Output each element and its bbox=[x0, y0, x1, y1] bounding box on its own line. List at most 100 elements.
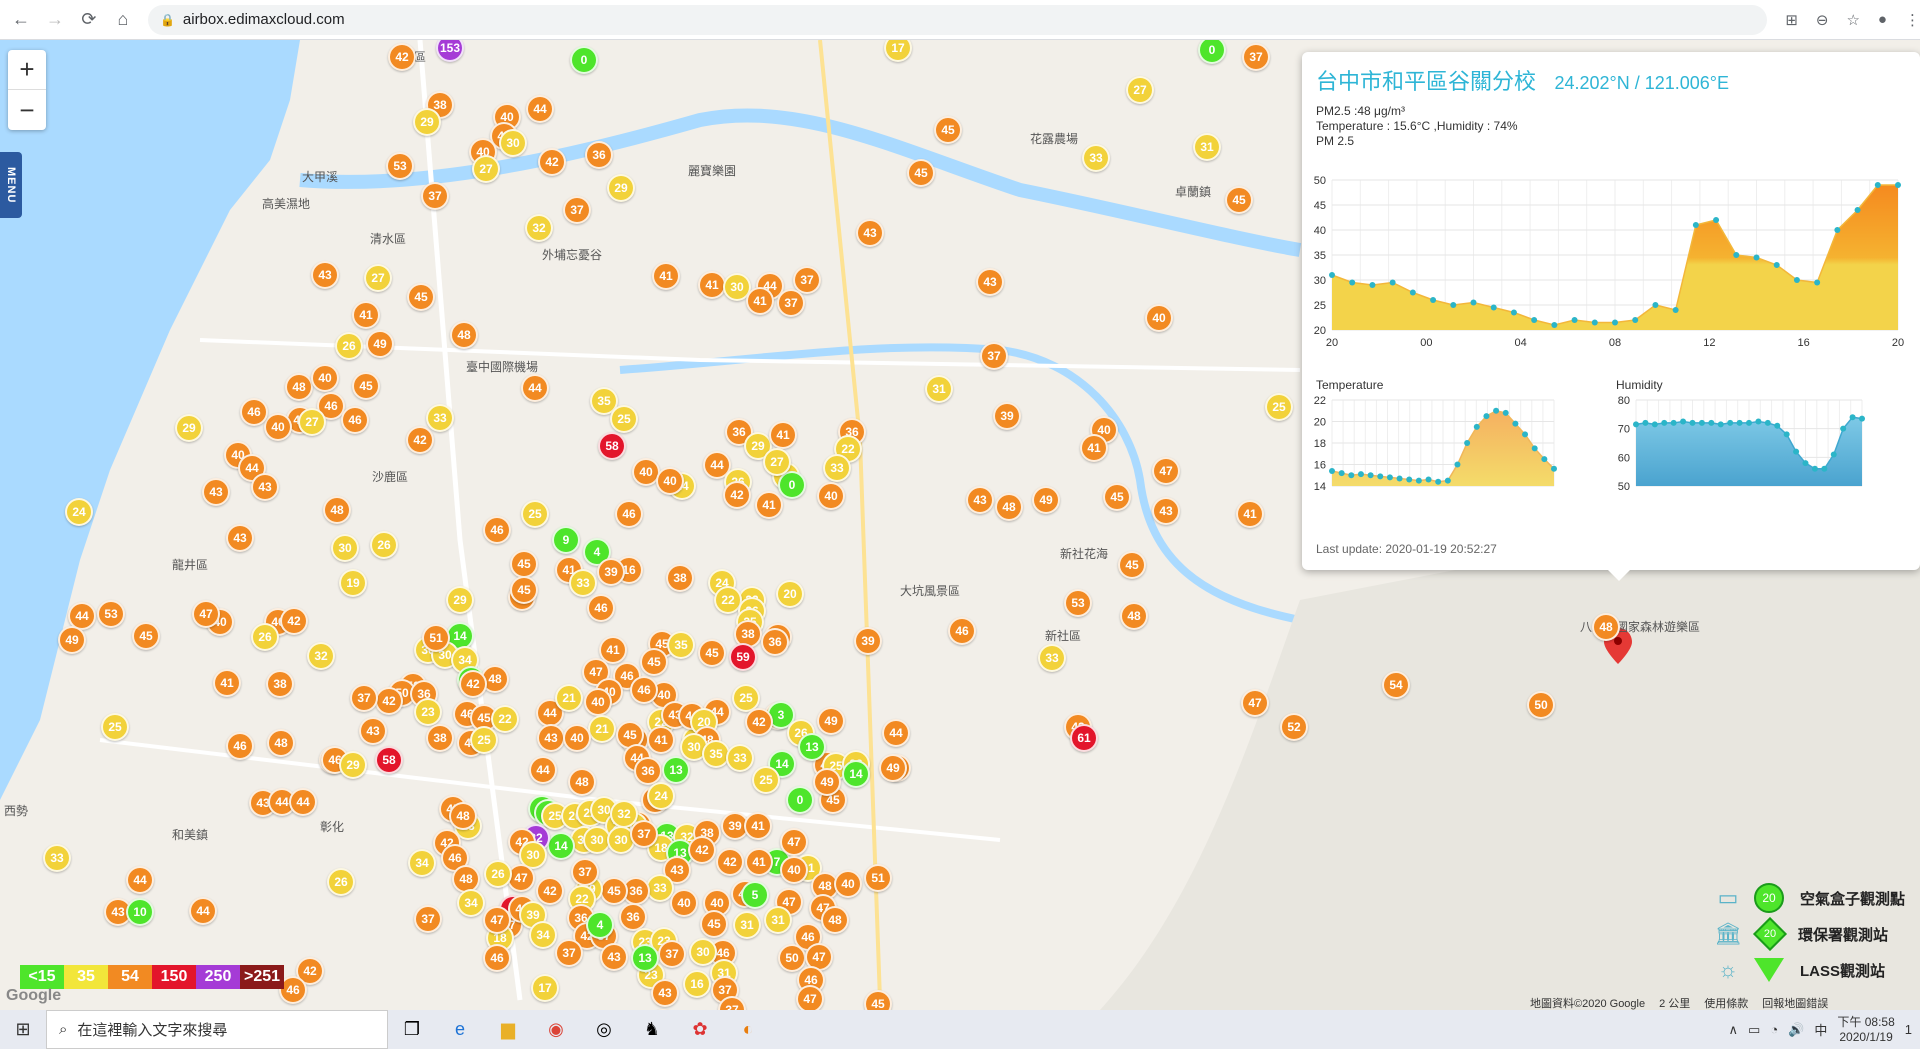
sensor-marker[interactable]: 42 bbox=[723, 481, 751, 509]
sensor-marker[interactable]: 42 bbox=[716, 848, 744, 876]
back-icon[interactable]: ← bbox=[8, 7, 34, 33]
sensor-marker[interactable]: 41 bbox=[745, 848, 773, 876]
sensor-marker[interactable]: 46 bbox=[615, 500, 643, 528]
sensor-marker[interactable]: 44 bbox=[529, 756, 557, 784]
sensor-marker[interactable]: 33 bbox=[426, 404, 454, 432]
sensor-marker[interactable]: 32 bbox=[525, 214, 553, 242]
sensor-marker[interactable]: 17 bbox=[531, 974, 559, 1002]
sensor-marker[interactable]: 49 bbox=[1032, 486, 1060, 514]
sensor-marker[interactable]: 31 bbox=[925, 375, 953, 403]
sensor-marker[interactable]: 37 bbox=[555, 939, 583, 967]
sensor-marker[interactable]: 33 bbox=[43, 844, 71, 872]
sensor-marker[interactable]: 48 bbox=[323, 496, 351, 524]
sensor-marker[interactable]: 38 bbox=[266, 670, 294, 698]
sensor-marker[interactable]: 24 bbox=[65, 498, 93, 526]
sensor-marker[interactable]: 49 bbox=[817, 707, 845, 735]
sensor-marker[interactable]: 49 bbox=[366, 330, 394, 358]
sensor-marker[interactable]: 27 bbox=[472, 155, 500, 183]
sensor-marker[interactable]: 13 bbox=[631, 944, 659, 972]
report-error-link[interactable]: 回報地圖錯誤 bbox=[1762, 995, 1828, 1011]
sensor-marker[interactable]: 43 bbox=[226, 524, 254, 552]
sensor-marker[interactable]: 42 bbox=[538, 148, 566, 176]
sensor-marker[interactable]: 36 bbox=[761, 628, 789, 656]
edge-icon[interactable]: e bbox=[436, 1010, 484, 1049]
sensor-marker[interactable]: 44 bbox=[521, 374, 549, 402]
sensor-marker[interactable]: 39 bbox=[597, 558, 625, 586]
sensor-marker[interactable]: 48 bbox=[821, 906, 849, 934]
sensor-marker[interactable]: 43 bbox=[537, 724, 565, 752]
clock[interactable]: 下午 08:58 2020/1/19 bbox=[1837, 1015, 1894, 1045]
sensor-marker[interactable]: 45 bbox=[864, 990, 892, 1010]
sensor-marker[interactable]: 50 bbox=[1527, 691, 1555, 719]
sensor-marker[interactable]: 34 bbox=[457, 889, 485, 917]
sensor-marker[interactable]: 45 bbox=[132, 622, 160, 650]
sensor-marker[interactable]: 41 bbox=[1080, 434, 1108, 462]
sensor-marker[interactable]: 26 bbox=[335, 332, 363, 360]
address-bar[interactable]: 🔒 airbox.edimaxcloud.com bbox=[147, 4, 1768, 35]
sensor-marker[interactable]: 41 bbox=[698, 271, 726, 299]
sensor-marker[interactable]: 49 bbox=[879, 754, 907, 782]
sensor-marker[interactable]: 43 bbox=[359, 717, 387, 745]
sensor-marker[interactable]: 31 bbox=[1193, 133, 1221, 161]
sensor-marker[interactable]: 43 bbox=[1152, 497, 1180, 525]
sensor-marker[interactable]: 61 bbox=[1070, 724, 1098, 752]
sensor-marker[interactable]: 45 bbox=[907, 159, 935, 187]
sensor-marker[interactable]: 26 bbox=[484, 860, 512, 888]
sensor-marker[interactable]: 42 bbox=[459, 670, 487, 698]
reload-icon[interactable]: ⟳ bbox=[76, 7, 102, 33]
sensor-marker[interactable]: 47 bbox=[483, 906, 511, 934]
sensor-marker[interactable]: 48 bbox=[1120, 602, 1148, 630]
sensor-marker[interactable]: 43 bbox=[976, 268, 1004, 296]
sensor-marker[interactable]: 26 bbox=[370, 531, 398, 559]
sensor-marker[interactable]: 16 bbox=[683, 970, 711, 998]
sensor-marker[interactable]: 39 bbox=[993, 402, 1021, 430]
sensor-marker[interactable]: 27 bbox=[763, 448, 791, 476]
sensor-marker[interactable]: 45 bbox=[407, 283, 435, 311]
sensor-marker[interactable]: 21 bbox=[555, 684, 583, 712]
app-icon-3[interactable]: ✿ bbox=[676, 1010, 724, 1049]
sensor-marker[interactable]: 58 bbox=[375, 746, 403, 774]
sensor-marker[interactable]: 36 bbox=[585, 141, 613, 169]
sensor-marker[interactable]: 43 bbox=[651, 979, 679, 1007]
terms-link[interactable]: 使用條款 bbox=[1704, 995, 1748, 1011]
sensor-marker[interactable]: 33 bbox=[1082, 144, 1110, 172]
sensor-marker[interactable]: 49 bbox=[58, 626, 86, 654]
sensor-marker[interactable]: 35 bbox=[667, 631, 695, 659]
sensor-marker[interactable]: 43 bbox=[311, 261, 339, 289]
sensor-marker[interactable]: 20 bbox=[776, 580, 804, 608]
sensor-marker[interactable]: 25 bbox=[1265, 393, 1293, 421]
sensor-marker[interactable]: 23 bbox=[414, 698, 442, 726]
sensor-marker[interactable]: 45 bbox=[510, 550, 538, 578]
sensor-marker[interactable]: 47 bbox=[1152, 457, 1180, 485]
sensor-marker[interactable]: 41 bbox=[652, 262, 680, 290]
sensor-marker[interactable]: 42 bbox=[688, 836, 716, 864]
sensor-marker[interactable]: 42 bbox=[375, 687, 403, 715]
sensor-marker[interactable]: 45 bbox=[700, 910, 728, 938]
sensor-marker[interactable]: 47 bbox=[796, 985, 824, 1010]
sensor-marker[interactable]: 37 bbox=[658, 940, 686, 968]
sensor-marker[interactable]: 42 bbox=[536, 877, 564, 905]
sensor-marker[interactable]: 41 bbox=[769, 421, 797, 449]
sensor-marker[interactable]: 40 bbox=[311, 364, 339, 392]
sensor-marker[interactable]: 37 bbox=[1242, 43, 1270, 71]
sensor-marker[interactable]: 53 bbox=[1064, 589, 1092, 617]
volume-icon[interactable]: 🔊 bbox=[1788, 1022, 1804, 1038]
sensor-marker[interactable]: 51 bbox=[864, 864, 892, 892]
sensor-marker[interactable]: 29 bbox=[339, 751, 367, 779]
sensor-marker[interactable]: 48 bbox=[1592, 613, 1620, 641]
sensor-marker[interactable]: 46 bbox=[240, 398, 268, 426]
bookmark-star-icon[interactable]: ☆ bbox=[1846, 11, 1859, 29]
file-explorer-icon[interactable]: ▆ bbox=[484, 1010, 532, 1049]
sensor-marker[interactable]: 45 bbox=[510, 576, 538, 604]
sensor-marker[interactable]: 33 bbox=[823, 454, 851, 482]
sensor-marker[interactable]: 36 bbox=[634, 757, 662, 785]
sensor-marker[interactable]: 43 bbox=[251, 473, 279, 501]
sensor-marker[interactable]: 46 bbox=[948, 617, 976, 645]
sensor-marker[interactable]: 10 bbox=[126, 898, 154, 926]
tray-chevron-icon[interactable]: ∧ bbox=[1729, 1022, 1739, 1038]
sensor-marker[interactable]: 43 bbox=[202, 478, 230, 506]
sensor-marker[interactable]: 44 bbox=[526, 95, 554, 123]
sensor-marker[interactable]: 47 bbox=[192, 600, 220, 628]
sensor-marker[interactable]: 37 bbox=[777, 289, 805, 317]
sensor-marker[interactable]: 36 bbox=[619, 903, 647, 931]
